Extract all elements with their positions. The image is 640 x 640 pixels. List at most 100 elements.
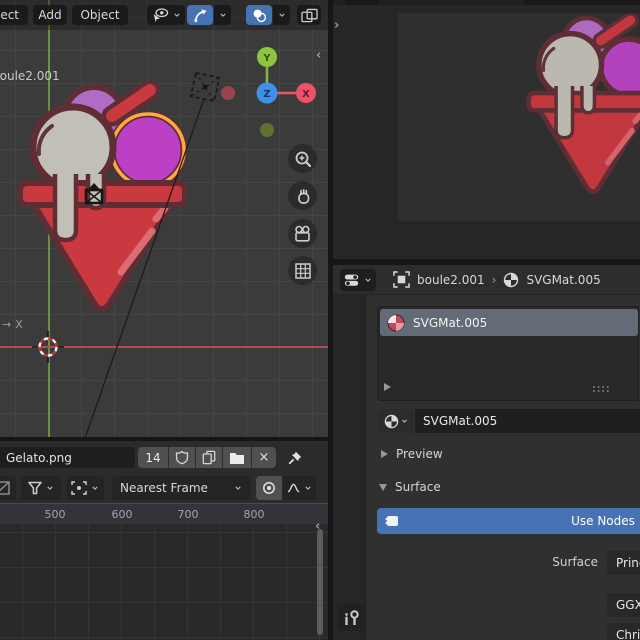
eye-cursor-icon bbox=[151, 7, 169, 23]
surface-shader-value: Principled BSDF bbox=[616, 556, 640, 570]
frame-ruler[interactable]: 500 600 700 800 bbox=[0, 503, 328, 524]
frame-tick: 600 bbox=[112, 508, 133, 521]
circle-dot-icon bbox=[262, 481, 276, 495]
pin-icon bbox=[287, 450, 303, 466]
show-gizmo-toggle[interactable] bbox=[187, 5, 213, 25]
frame-tick: 800 bbox=[244, 508, 265, 521]
show-overlays-toggle[interactable] bbox=[246, 5, 272, 25]
expander-icon bbox=[379, 484, 387, 491]
menu-add[interactable]: Add bbox=[33, 5, 67, 25]
unlink-image-button[interactable]: × bbox=[252, 447, 276, 468]
axis-x-label: X bbox=[15, 319, 23, 330]
overlays-dropdown[interactable] bbox=[273, 5, 290, 25]
pivot-point-icon bbox=[71, 481, 87, 495]
material-slot-name: SVGMat.005 bbox=[413, 317, 487, 329]
open-image-button[interactable] bbox=[223, 447, 251, 468]
keyframe-type-toggle[interactable] bbox=[256, 476, 282, 500]
viewport-preview[interactable]: › bbox=[333, 0, 640, 259]
tool-icon bbox=[342, 609, 360, 627]
magnifier-plus-icon bbox=[294, 150, 312, 168]
chevron-down-icon bbox=[219, 12, 227, 18]
use-nodes-label: Use Nodes bbox=[571, 515, 635, 527]
object-data-icon bbox=[393, 271, 410, 288]
scrollbar[interactable] bbox=[317, 529, 323, 635]
gizmo-neg-y[interactable] bbox=[260, 123, 274, 137]
pivot-dropdown[interactable] bbox=[66, 476, 104, 500]
area-splitter-horizontal-left[interactable] bbox=[0, 437, 328, 441]
axis-arrow-glyph: → bbox=[2, 319, 11, 330]
material-icon bbox=[384, 414, 399, 429]
dopesheet-editor[interactable]: Gelato.png 14 × bbox=[0, 441, 328, 640]
visibility-dropdown[interactable] bbox=[147, 5, 185, 25]
gizmo-dropdown[interactable] bbox=[214, 5, 231, 25]
snap-mode-dropdown[interactable]: Nearest Frame bbox=[112, 476, 250, 500]
material-slot-list[interactable]: SVGMat.005 bbox=[377, 306, 639, 401]
properties-header: boule2.001 › SVGMat.005 bbox=[333, 265, 640, 295]
preview-header-button bbox=[345, 0, 379, 5]
grid-icon bbox=[294, 262, 312, 280]
panel-surface-label: Surface bbox=[395, 480, 441, 494]
xray-toggle[interactable] bbox=[297, 5, 321, 25]
filter-dropdown[interactable] bbox=[21, 476, 61, 500]
use-nodes-button[interactable]: Use Nodes bbox=[377, 508, 640, 534]
funnel-icon bbox=[28, 481, 42, 495]
chevron-down-icon bbox=[46, 485, 54, 491]
resize-grip-icon[interactable] bbox=[592, 385, 610, 393]
image-name-field[interactable]: Gelato.png bbox=[0, 447, 135, 468]
viewport-header: Select Add Object bbox=[0, 0, 328, 30]
gizmo-arc-icon bbox=[193, 8, 208, 23]
zoom-button[interactable] bbox=[288, 144, 317, 173]
material-icon bbox=[503, 272, 519, 288]
ortho-toggle-button[interactable] bbox=[288, 256, 317, 285]
distribution-dropdown[interactable]: GGX bbox=[607, 593, 640, 617]
material-name-field[interactable]: SVGMat.005 bbox=[415, 409, 640, 433]
sidebar-collapse-arrow[interactable]: ‹ bbox=[316, 48, 321, 63]
chevron-down-icon bbox=[364, 277, 372, 283]
breadcrumb-object[interactable]: boule2.001 bbox=[417, 274, 485, 286]
axis-annotation: → X bbox=[2, 319, 23, 330]
camera-view-button[interactable] bbox=[288, 219, 317, 248]
navigation-gizmo[interactable]: Y X Z bbox=[212, 42, 327, 142]
menu-select[interactable]: Select bbox=[0, 5, 28, 25]
camera-object[interactable] bbox=[86, 183, 102, 203]
panel-preview[interactable]: Preview bbox=[381, 447, 443, 461]
image-name: Gelato.png bbox=[6, 452, 72, 464]
duplicate-image-button[interactable] bbox=[196, 447, 222, 468]
users-count-button[interactable]: 14 bbox=[138, 447, 168, 468]
properties-tab-column bbox=[333, 295, 366, 640]
material-browse-dropdown[interactable] bbox=[377, 409, 414, 433]
gizmo-z-label: Z bbox=[263, 89, 270, 100]
material-slot-row[interactable]: SVGMat.005 bbox=[380, 309, 638, 336]
gizmo-neg-x[interactable] bbox=[221, 86, 235, 100]
cursor-3d[interactable] bbox=[32, 331, 64, 363]
expander-icon bbox=[381, 450, 388, 458]
material-preview-icon bbox=[387, 314, 405, 332]
dopesheet-canvas[interactable] bbox=[0, 524, 328, 640]
breadcrumb-material[interactable]: SVGMat.005 bbox=[526, 274, 600, 286]
preview-header-button bbox=[523, 0, 640, 5]
edge-clipped-button[interactable] bbox=[0, 476, 16, 500]
tab-tool[interactable] bbox=[337, 604, 364, 631]
editor-type-dropdown[interactable] bbox=[340, 269, 376, 291]
menu-object[interactable]: Object bbox=[72, 5, 128, 25]
subsurface-method-dropdown[interactable]: Christensen-Burley bbox=[607, 623, 640, 640]
chevron-down-icon bbox=[304, 485, 312, 491]
interpolation-dropdown[interactable] bbox=[283, 476, 316, 500]
pin-button[interactable] bbox=[283, 447, 307, 468]
panel-collapse-arrow[interactable]: ‹ bbox=[315, 519, 320, 534]
surface-shader-dropdown[interactable]: Principled BSDF bbox=[607, 551, 640, 575]
gizmo-y-label: Y bbox=[262, 53, 271, 64]
panel-preview-label: Preview bbox=[396, 447, 443, 461]
copy-icon bbox=[202, 450, 216, 465]
fake-user-button[interactable] bbox=[169, 447, 195, 468]
camera-frame bbox=[398, 13, 640, 221]
chevron-down-icon bbox=[91, 485, 99, 491]
slot-list-expander[interactable] bbox=[384, 383, 391, 391]
pan-button[interactable] bbox=[288, 181, 317, 210]
hand-icon bbox=[294, 187, 312, 205]
viewport-3d[interactable]: boule2.001 → X Y X Z bbox=[0, 0, 328, 437]
panel-surface[interactable]: Surface bbox=[379, 480, 441, 494]
properties-icon bbox=[344, 272, 360, 288]
panel-expand-arrow[interactable]: › bbox=[334, 18, 339, 33]
blender-window: boule2.001 → X Y X Z bbox=[0, 0, 640, 640]
